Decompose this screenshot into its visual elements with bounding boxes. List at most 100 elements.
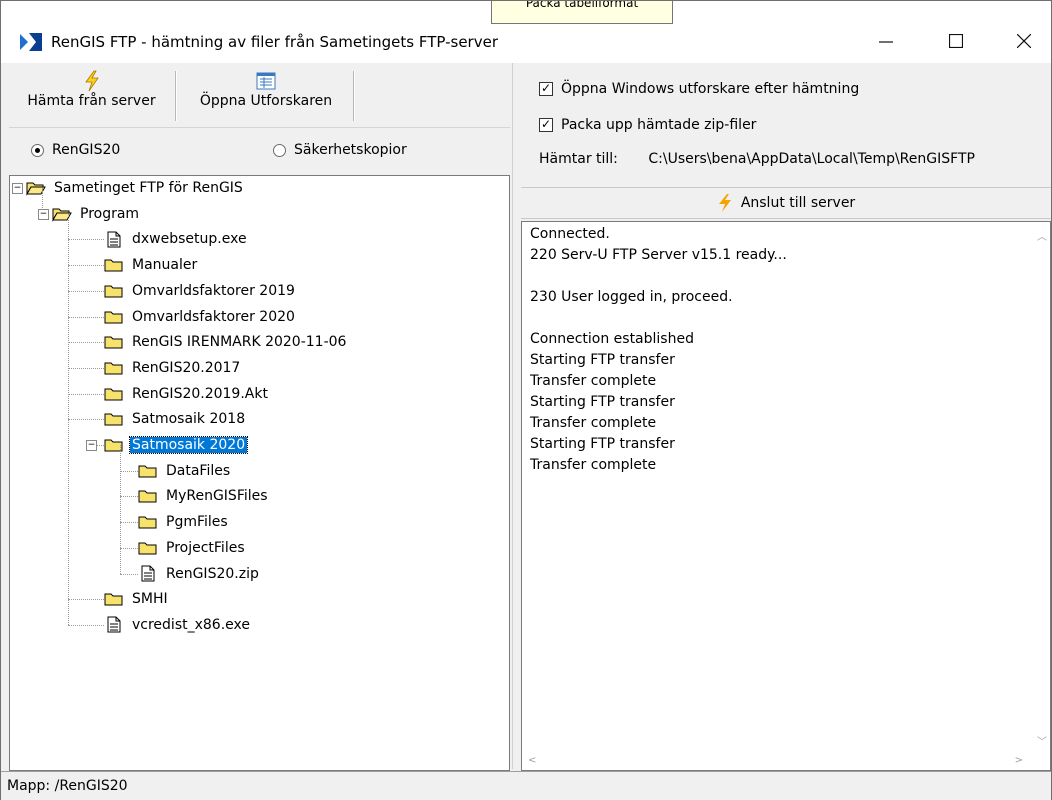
- tree-folder-item[interactable]: Satmosaik 2018: [104, 409, 247, 429]
- tree-file-item[interactable]: vcredist_x86.exe: [104, 615, 252, 635]
- tree-connector: [68, 265, 104, 267]
- ftp-tree-view[interactable]: − Sametinget FTP för RenGIS − Program dxwebs…: [9, 175, 510, 771]
- tree-connector: [68, 419, 104, 421]
- tree-item-label: RenGIS20.2019.Akt: [132, 385, 268, 402]
- log-line: Transfer complete: [530, 457, 657, 473]
- tree-folder-item[interactable]: RenGIS20.2017: [104, 358, 242, 378]
- tree-folder-item[interactable]: Manualer: [104, 255, 199, 275]
- scroll-down-icon[interactable]: ﹀: [1037, 733, 1047, 748]
- unzip-checkbox[interactable]: ✓ Packa upp hämtade zip-filer: [539, 117, 756, 133]
- file-icon: [104, 230, 124, 248]
- tree-file-item[interactable]: dxwebsetup.exe: [104, 229, 249, 249]
- tree-connector: [120, 522, 138, 524]
- tree-connector: [68, 599, 104, 601]
- tree-connector: [68, 367, 104, 369]
- toolbar: Hämta från server Öppna Utforskaren: [9, 63, 510, 127]
- log-output[interactable]: ︿ ﹀ < > Connected. 220 Serv-U FTP Server …: [521, 221, 1051, 771]
- collapse-toggle-icon[interactable]: −: [12, 183, 23, 194]
- tree-item-label: Omvarldsfaktorer 2020: [132, 308, 295, 325]
- log-line: Connected.: [530, 226, 610, 242]
- status-text: Mapp: /RenGIS20: [7, 778, 128, 794]
- folder-open-icon: [52, 205, 72, 223]
- tree-folder-item[interactable]: RenGIS20.2019.Akt: [104, 384, 270, 404]
- vertical-scrollbar[interactable]: ︿ ﹀: [1033, 222, 1050, 752]
- scroll-left-icon[interactable]: <: [528, 755, 536, 766]
- pane-splitter[interactable]: [512, 63, 521, 769]
- radio-backups[interactable]: Säkerhetskopior: [273, 142, 407, 158]
- close-button[interactable]: [1001, 23, 1047, 59]
- destination-label: Hämtar till:: [539, 151, 618, 167]
- explorer-window-icon: [256, 72, 276, 90]
- radio-rengis20[interactable]: RenGIS20: [31, 142, 120, 158]
- folder-icon: [104, 308, 124, 326]
- tree-connector: [68, 624, 104, 626]
- tree-item-label: dxwebsetup.exe: [132, 231, 247, 248]
- radio-dot: [273, 143, 286, 157]
- scroll-up-icon[interactable]: ︿: [1037, 228, 1047, 243]
- folder-icon: [104, 436, 124, 454]
- tree-item-label: RenGIS20.2017: [132, 359, 241, 376]
- tree-folder-item[interactable]: ProjectFiles: [138, 538, 247, 558]
- tree-folder-item[interactable]: Program: [52, 204, 141, 224]
- tree-item-label: vcredist_x86.exe: [132, 616, 250, 633]
- tree-file-item[interactable]: RenGIS20.zip: [138, 564, 261, 584]
- app-logo-icon: [20, 33, 42, 51]
- folder-icon: [104, 333, 124, 351]
- tree-folder-item[interactable]: Sametinget FTP för RenGIS: [26, 178, 245, 198]
- open-explorer-button[interactable]: Öppna Utforskaren: [181, 69, 351, 123]
- tree-connector: [68, 213, 69, 625]
- log-line: Starting FTP transfer: [530, 394, 675, 410]
- log-line: Starting FTP transfer: [530, 436, 675, 452]
- checkbox-checked: ✓: [539, 117, 553, 132]
- tree-folder-item[interactable]: Omvarldsfaktorer 2020: [104, 307, 297, 327]
- horizontal-scrollbar[interactable]: < >: [522, 753, 1033, 770]
- tree-connector: [97, 445, 104, 446]
- open-explorer-checkbox[interactable]: ✓ Öppna Windows utforskare efter hämtnin…: [539, 81, 859, 97]
- maximize-icon: [949, 34, 963, 48]
- folder-open-icon: [26, 179, 46, 197]
- lightning-icon: [84, 70, 99, 92]
- folder-icon: [104, 282, 124, 300]
- destination-path: C:\Users\bena\AppData\Local\Temp\RenGISF…: [648, 151, 975, 167]
- tree-item-label: Sametinget FTP för RenGIS: [54, 180, 243, 196]
- tree-folder-item[interactable]: PgmFiles: [138, 512, 230, 532]
- right-pane: ✓ Öppna Windows utforskare efter hämtnin…: [521, 63, 1051, 771]
- folder-icon: [138, 462, 158, 480]
- tree-folder-item[interactable]: RenGIS IRENMARK 2020-11-06: [104, 332, 348, 352]
- tree-folder-item[interactable]: MyRenGISFiles: [138, 486, 270, 506]
- tree-connector: [120, 496, 138, 498]
- folder-icon: [104, 256, 124, 274]
- collapse-toggle-icon[interactable]: −: [86, 440, 97, 451]
- title-bar: Packa tabellformat RenGIS FTP - hämtning…: [1, 1, 1051, 63]
- connect-server-button[interactable]: Anslut till server: [521, 187, 1051, 219]
- tree-folder-item[interactable]: SMHI: [104, 589, 170, 609]
- source-radio-group: RenGIS20 Säkerhetskopior: [9, 127, 510, 174]
- collapse-toggle-icon[interactable]: −: [38, 208, 49, 220]
- log-line: Transfer complete: [530, 373, 657, 389]
- window-title: RenGIS FTP - hämtning av filer från Same…: [51, 33, 498, 51]
- scroll-right-icon[interactable]: >: [1015, 755, 1023, 766]
- folder-icon: [138, 513, 158, 531]
- file-icon: [104, 616, 124, 634]
- minimize-button[interactable]: [863, 23, 909, 59]
- folder-icon: [138, 539, 158, 557]
- folder-icon: [104, 359, 124, 377]
- toolbar-separator: [175, 71, 177, 121]
- tree-folder-item[interactable]: Omvarldsfaktorer 2019: [104, 281, 297, 301]
- maximize-button[interactable]: [933, 23, 979, 59]
- tree-item-label: MyRenGISFiles: [166, 488, 268, 505]
- tree-connector: [120, 445, 121, 574]
- status-bar: Mapp: /RenGIS20: [1, 771, 1051, 800]
- tree-connector: [68, 342, 104, 344]
- tree-connector: [68, 393, 104, 395]
- fetch-from-server-button[interactable]: Hämta från server: [9, 69, 174, 123]
- tree-folder-item[interactable]: Satmosaik 2020: [104, 435, 249, 455]
- tooltip-fragment: Packa tabellformat: [491, 1, 673, 24]
- app-window: Packa tabellformat RenGIS FTP - hämtning…: [0, 0, 1052, 800]
- tree-item-label: SMHI: [132, 591, 168, 608]
- log-line: 220 Serv-U FTP Server v15.1 ready...: [530, 247, 787, 263]
- tree-item-label: Program: [80, 205, 140, 222]
- tree-folder-item[interactable]: DataFiles: [138, 461, 232, 481]
- left-pane: Hämta från server Öppna Utforskaren RenG…: [9, 63, 510, 771]
- log-line: Starting FTP transfer: [530, 352, 675, 368]
